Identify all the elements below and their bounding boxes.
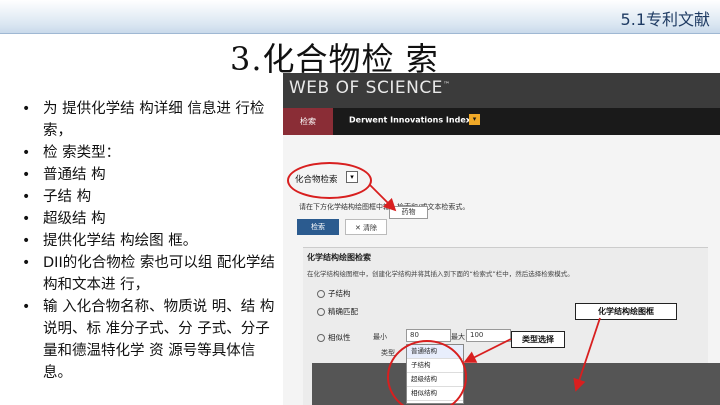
drawing-area — [312, 363, 720, 405]
radio-button[interactable] — [317, 290, 325, 298]
bullet-list: 为 提供化学结 构详细 信息进 行检 索， 检 索类型： 普通结 构 子结 构 … — [18, 98, 283, 384]
bullet-item: 提供化学结 构绘图 框。 — [18, 230, 283, 252]
highlight-oval-mode — [287, 162, 372, 199]
database-select[interactable]: Derwent Innovations IndexSM — [349, 115, 479, 125]
option-similarity[interactable]: 相似性 — [317, 332, 351, 343]
wos-logo: WEB OF SCIENCE™ — [289, 78, 451, 98]
highlight-oval-type — [387, 340, 467, 405]
radio-button[interactable] — [317, 308, 325, 316]
wos-screenshot: WEB OF SCIENCE™ 检索 Derwent Innovations I… — [283, 73, 720, 405]
corner-label: 5.1专利文献 — [620, 10, 710, 29]
bullet-item: 为 提供化学结 构详细 信息进 行检 索， — [18, 98, 283, 142]
clear-button[interactable]: ✕ 清除 — [345, 219, 387, 235]
radio-button[interactable] — [317, 334, 325, 342]
max-input[interactable]: 100 — [466, 329, 511, 342]
annotation-type-select: 类型选择 — [511, 331, 565, 348]
bullet-item: 普通结 构 — [18, 164, 283, 186]
search-description: 请在下方化学结构绘图框中输入检索和/或文本检索式。 — [299, 203, 470, 211]
option-substructure[interactable]: 子结构 — [317, 288, 351, 299]
search-button[interactable]: 检索 — [297, 219, 339, 235]
bullet-item: 检 索类型： — [18, 142, 283, 164]
min-label: 最小 — [373, 333, 387, 341]
tab-search[interactable]: 检索 — [283, 108, 333, 135]
max-label: 最大 — [451, 333, 465, 341]
bullet-item: 超级结 构 — [18, 208, 283, 230]
annotation-draw-box: 化学结构绘图框 — [575, 303, 677, 320]
panel-title: 化学结构绘图检索 — [307, 253, 371, 262]
option-exact-match[interactable]: 精确匹配 — [317, 306, 358, 317]
top-band — [0, 0, 720, 34]
bullet-item: 子结 构 — [18, 186, 283, 208]
formula-select[interactable]: 药物 — [389, 206, 428, 219]
bullet-item: DII的化合物检 索也可以组 配化学结 构和文本进 行， — [18, 252, 283, 296]
wos-header: WEB OF SCIENCE™ — [283, 73, 720, 108]
chevron-down-icon[interactable]: ▾ — [469, 114, 480, 125]
panel-description: 在化学结构绘图框中，创建化学结构并将其插入到下面的“检索式”栏中，然后选择检索模… — [307, 270, 574, 278]
bullet-item: 输 入化合物名称、物质说 明、结 构说明、标 准分子式、分 子式、分子量和德温特… — [18, 296, 283, 384]
